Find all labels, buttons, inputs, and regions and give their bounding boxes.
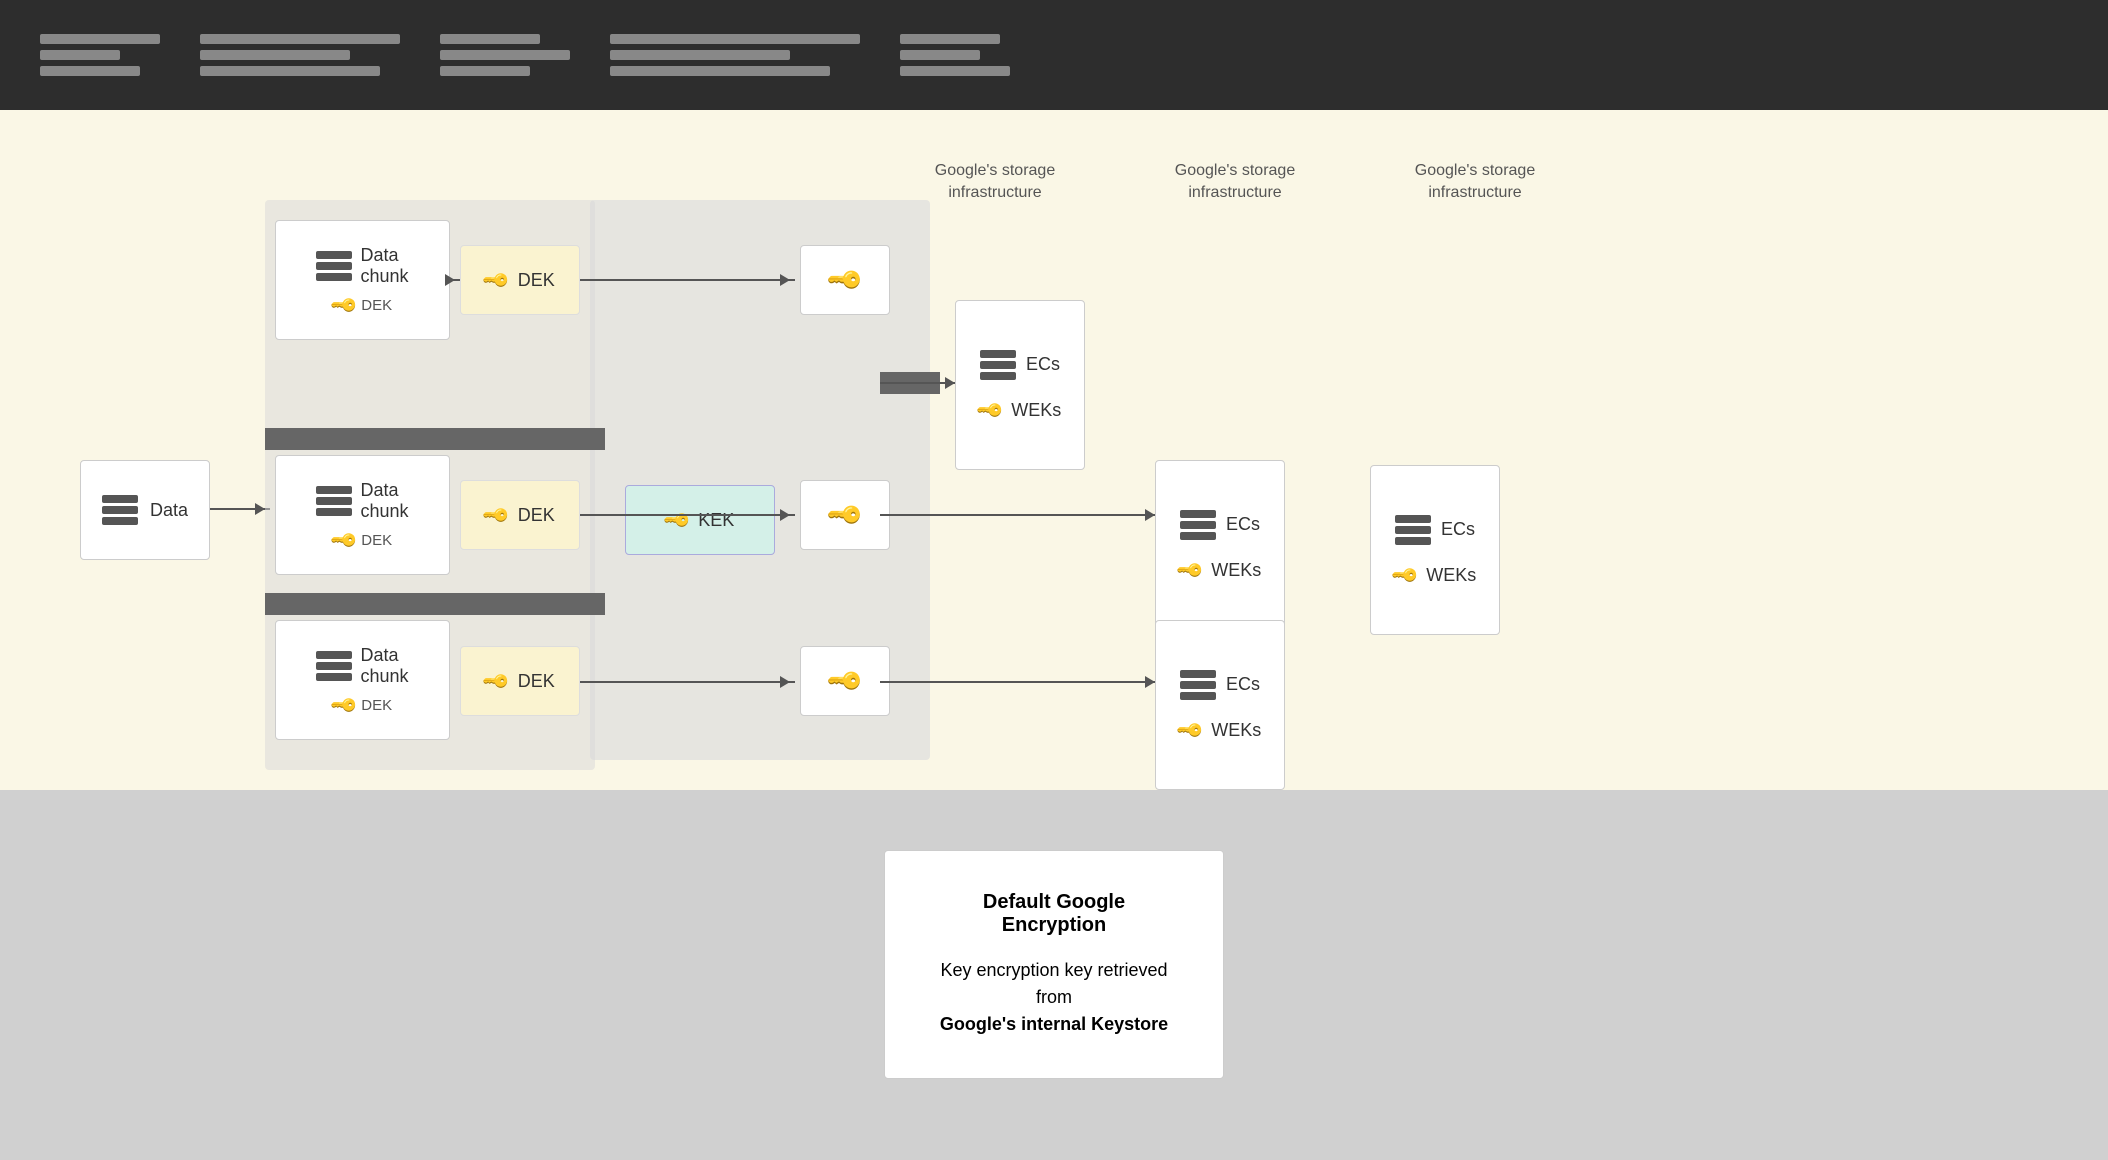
top-bar-section-5	[900, 34, 1010, 76]
chunk-2-db-icon	[316, 486, 352, 516]
chunk-box-3: Data chunk 🔑 DEK	[275, 620, 450, 740]
storage-box-4: ECs 🔑 WEKs	[1155, 620, 1285, 790]
storage-3-ecs-label: ECs	[1441, 519, 1475, 540]
storage-3-key-icon: 🔑	[1390, 560, 1421, 591]
data-icon	[102, 495, 138, 525]
chunk-1-sublabel: chunk	[360, 266, 408, 287]
storage-2-key-icon: 🔑	[1175, 555, 1206, 586]
arrow-dek3-enc3	[580, 681, 795, 683]
storage-4-weks-label: WEKs	[1211, 720, 1261, 741]
kek-icon: 🔑	[662, 505, 693, 536]
infra-label-1: Google's storage infrastructure	[930, 160, 1060, 205]
storage-1-weks-label: WEKs	[1011, 400, 1061, 421]
infra-label-2: Google's storage infrastructure	[1170, 160, 1300, 205]
chunk-1-label: Data	[360, 245, 408, 266]
enc-key-3-icon: 🔑	[824, 660, 866, 702]
top-bar-line	[40, 34, 160, 44]
storage-3-db-icon	[1395, 515, 1431, 545]
dek-box-2: 🔑 DEK	[460, 480, 580, 550]
legend-title: Default Google Encryption	[935, 891, 1173, 937]
top-bar-line	[200, 34, 400, 44]
enc-key-1-icon: 🔑	[824, 259, 866, 301]
chunk-2-label: Data	[360, 480, 408, 501]
dek-3-label: DEK	[518, 671, 555, 692]
dek-box-1: 🔑 DEK	[460, 245, 580, 315]
enc-key-3: 🔑	[800, 646, 890, 716]
kek-label: KEK	[698, 510, 734, 531]
storage-4-db-icon	[1180, 670, 1216, 700]
separator-1	[265, 428, 605, 450]
top-bar-line	[900, 50, 980, 60]
legend-description-bold: Google's internal Keystore	[940, 1014, 1168, 1034]
dek-3-icon: 🔑	[481, 666, 512, 697]
top-bar-line	[900, 66, 1010, 76]
enc-key-2: 🔑	[800, 480, 890, 550]
top-bar-section-2	[200, 34, 400, 76]
chunk-3-sublabel: chunk	[360, 666, 408, 687]
top-bar-section-3	[440, 34, 570, 76]
diagram-inner: Google's storage infrastructure Google's…	[60, 140, 2048, 760]
top-bar	[0, 0, 2108, 110]
storage-2-ecs-label: ECs	[1226, 514, 1260, 535]
arrow-data-to-chunks	[210, 508, 270, 510]
infra-label-3: Google's storage infrastructure	[1410, 160, 1540, 205]
arrow-enc2-storage2	[880, 514, 1160, 516]
top-bar-line	[610, 66, 830, 76]
top-bar-section-1	[40, 34, 160, 76]
storage-box-2: ECs 🔑 WEKs	[1155, 460, 1285, 630]
storage-2-db-icon	[1180, 510, 1216, 540]
dek-2-icon: 🔑	[481, 500, 512, 531]
dek-1-icon: 🔑	[481, 265, 512, 296]
arrow-enc3-storage3	[880, 681, 1160, 683]
top-bar-line	[440, 66, 530, 76]
top-bar-line	[200, 50, 350, 60]
top-bar-section-4	[610, 34, 860, 76]
chunk-3-dek: 🔑 DEK	[333, 695, 392, 716]
top-bar-line	[440, 50, 570, 60]
storage-1-key-icon: 🔑	[975, 395, 1006, 426]
dek-1-label: DEK	[518, 270, 555, 291]
storage-4-ecs-label: ECs	[1226, 674, 1260, 695]
separator-2	[265, 593, 605, 615]
chunk-2-dek: 🔑 DEK	[333, 530, 392, 551]
chunk-box-1: Data chunk 🔑 DEK	[275, 220, 450, 340]
chunk-1-db-icon	[316, 251, 352, 281]
kek-box: 🔑 KEK	[625, 485, 775, 555]
dek-box-3: 🔑 DEK	[460, 646, 580, 716]
chunk-1-dek: 🔑 DEK	[333, 295, 392, 316]
top-bar-line	[40, 66, 140, 76]
top-bar-line	[40, 50, 120, 60]
arrow-dek1-enc1	[580, 279, 795, 281]
diagram-area: Google's storage infrastructure Google's…	[0, 110, 2108, 790]
arrow-c1-dek1	[450, 279, 460, 281]
chunk-box-2: Data chunk 🔑 DEK	[275, 455, 450, 575]
bottom-bar: Default Google Encryption Key encryption…	[0, 790, 2108, 1160]
storage-box-1: ECs 🔑 WEKs	[955, 300, 1085, 470]
storage-1-db-icon	[980, 350, 1016, 380]
legend-description: Key encryption key retrieved from Google…	[935, 957, 1173, 1038]
arrow-enc1-storage1	[880, 382, 960, 384]
data-label: Data	[150, 500, 188, 521]
top-bar-line	[440, 34, 540, 44]
top-bar-line	[610, 34, 860, 44]
enc-key-1: 🔑	[800, 245, 890, 315]
data-box: Data	[80, 460, 210, 560]
storage-1-ecs-label: ECs	[1026, 354, 1060, 375]
top-bar-line	[610, 50, 790, 60]
storage-box-3: ECs 🔑 WEKs	[1370, 465, 1500, 635]
dek-2-label: DEK	[518, 505, 555, 526]
top-bar-line	[900, 34, 1000, 44]
storage-4-key-icon: 🔑	[1175, 715, 1206, 746]
storage-2-weks-label: WEKs	[1211, 560, 1261, 581]
legend-card: Default Google Encryption Key encryption…	[884, 850, 1224, 1079]
enc-key-2-icon: 🔑	[824, 494, 866, 536]
top-bar-line	[200, 66, 380, 76]
storage-3-weks-label: WEKs	[1426, 565, 1476, 586]
chunk-3-db-icon	[316, 651, 352, 681]
chunk-2-sublabel: chunk	[360, 501, 408, 522]
chunk-3-label: Data	[360, 645, 408, 666]
arrow-dek2-enc2	[580, 514, 795, 516]
